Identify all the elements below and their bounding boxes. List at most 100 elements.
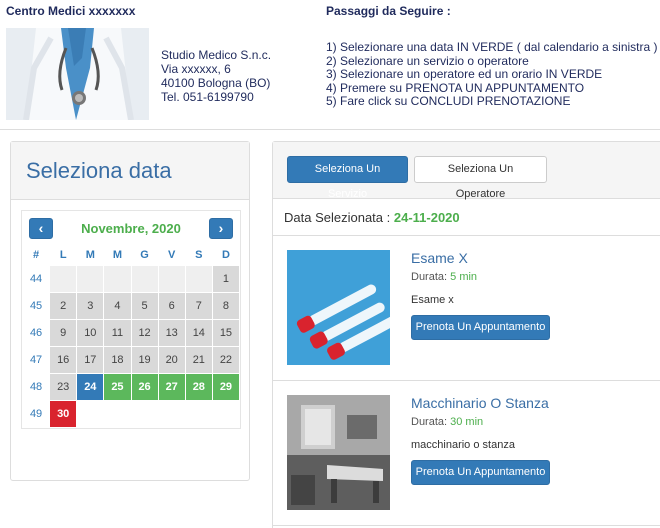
calendar-day: 22 bbox=[211, 345, 241, 374]
book-appointment-button[interactable]: Prenota Un Appuntamento bbox=[411, 315, 550, 340]
step-item: 3) Selezionare un operatore ed un orario… bbox=[326, 67, 603, 81]
calendar-empty-cell bbox=[130, 264, 159, 293]
service-title: Esame X bbox=[411, 250, 468, 266]
address-line: Via xxxxxx, 6 bbox=[161, 62, 231, 76]
address-line: 40100 Bologna (BO) bbox=[161, 76, 271, 90]
calendar-empty-cell bbox=[76, 264, 105, 293]
next-month-button[interactable]: › bbox=[209, 218, 233, 239]
weekday-header: M bbox=[112, 248, 123, 261]
select-service-button[interactable]: Seleziona Un Servizio bbox=[287, 156, 408, 200]
selected-date-label: Data Selezionata : bbox=[284, 210, 391, 225]
calendar-day: 11 bbox=[103, 318, 132, 347]
service-description: Esame x bbox=[411, 294, 454, 306]
step-item: 1) Selezionare una data IN VERDE ( dal c… bbox=[326, 40, 658, 54]
service-description: macchinario o stanza bbox=[411, 439, 515, 451]
header-divider bbox=[0, 129, 660, 130]
calendar-day: 19 bbox=[130, 345, 159, 374]
steps-list: 1) Selezionare una data IN VERDE ( dal c… bbox=[326, 40, 658, 109]
calendar-day: 21 bbox=[184, 345, 213, 374]
calendar-day[interactable]: 28 bbox=[184, 372, 213, 401]
calendar-empty-cell bbox=[103, 399, 132, 428]
service-duration: Durata: 30 min bbox=[411, 416, 483, 428]
divider bbox=[273, 235, 660, 236]
calendar: ‹ Novembre, 2020 › # L M M G V S D 44 1 45 2 3 4 5 6 7 8… bbox=[21, 210, 241, 429]
calendar-day: 23 bbox=[49, 372, 78, 401]
book-appointment-button[interactable]: Prenota Un Appuntamento bbox=[411, 460, 550, 485]
duration-label: Durata: bbox=[411, 271, 448, 283]
calendar-week-row: 49 30 bbox=[21, 399, 241, 428]
calendar-empty-cell bbox=[184, 399, 213, 428]
calendar-day: 14 bbox=[184, 318, 213, 347]
address-block: Studio Medico S.n.c. Via xxxxxx, 6 40100… bbox=[161, 48, 271, 104]
steps-title: Passaggi da Seguire : bbox=[326, 4, 451, 18]
doctor-photo bbox=[6, 28, 149, 120]
calendar-empty-cell bbox=[184, 264, 213, 293]
calendar-day: 6 bbox=[157, 291, 186, 320]
calendar-day: 16 bbox=[49, 345, 78, 374]
calendar-day: 30 bbox=[49, 399, 78, 428]
calendar-week-row: 44 1 bbox=[21, 264, 241, 293]
calendar-header: ‹ Novembre, 2020 › bbox=[22, 211, 240, 245]
calendar-day: 3 bbox=[76, 291, 105, 320]
week-number: 49 bbox=[21, 399, 51, 428]
calendar-day: 9 bbox=[49, 318, 78, 347]
step-item: 4) Premere su PRENOTA UN APPUNTAMENTO bbox=[326, 80, 585, 95]
weekday-header: L bbox=[59, 248, 67, 261]
calendar-day[interactable]: 27 bbox=[157, 372, 186, 401]
select-operator-button[interactable]: Seleziona Un Operatore bbox=[414, 156, 547, 200]
brand-name: Centro Medici xxxxxxx bbox=[6, 4, 136, 18]
medical-room-image bbox=[287, 395, 390, 510]
address-line: Studio Medico S.n.c. bbox=[161, 48, 272, 62]
weekday-header: G bbox=[140, 248, 149, 261]
calendar-day[interactable]: 24 bbox=[76, 372, 105, 401]
duration-label: Durata: bbox=[411, 416, 448, 428]
weekday-header: M bbox=[85, 248, 95, 261]
calendar-week-row: 48 23 24 25 26 27 28 29 bbox=[21, 372, 241, 401]
service-item: Macchinario O Stanza Durata: 30 min macc… bbox=[287, 395, 660, 513]
calendar-body: 44 1 45 2 3 4 5 6 7 8 46 9 10 11 12 13 14 15 47 16 17 18 19 20 2… bbox=[21, 264, 241, 428]
week-number: 48 bbox=[21, 372, 51, 401]
calendar-day: 4 bbox=[103, 291, 132, 320]
calendar-day: 1 bbox=[211, 264, 241, 293]
week-number: 47 bbox=[21, 345, 51, 374]
duration-value: 30 min bbox=[450, 416, 484, 428]
test-tubes-image bbox=[287, 250, 390, 365]
weekday-header: V bbox=[168, 248, 176, 261]
calendar-day: 18 bbox=[103, 345, 132, 374]
calendar-day[interactable]: 29 bbox=[211, 372, 241, 401]
selector-toolbar: Seleziona Un Servizio Seleziona Un Opera… bbox=[273, 142, 660, 200]
service-item: Esame X Durata: 5 min Esame x Prenota Un… bbox=[287, 250, 660, 368]
calendar-empty-cell bbox=[130, 399, 159, 428]
calendar-day: 20 bbox=[157, 345, 186, 374]
calendar-day[interactable]: 26 bbox=[130, 372, 159, 401]
calendar-grid: # L M M G V S D 44 1 45 2 3 4 5 6 7 8 46 9 10 11 12 13 14 15 47 16… bbox=[21, 245, 241, 428]
calendar-day: 13 bbox=[157, 318, 186, 347]
week-number: 44 bbox=[21, 264, 51, 293]
divider bbox=[273, 380, 660, 381]
date-panel-header: Seleziona data bbox=[11, 142, 249, 200]
service-panel: Seleziona Un Servizio Seleziona Un Opera… bbox=[272, 141, 660, 528]
date-panel-title: Seleziona data bbox=[26, 158, 172, 183]
calendar-empty-cell bbox=[76, 399, 105, 428]
chevron-right-icon: › bbox=[218, 220, 224, 236]
selected-date: Data Selezionata : 24-11-2020 bbox=[284, 210, 460, 225]
week-number: 46 bbox=[21, 318, 51, 347]
calendar-empty-cell bbox=[49, 264, 78, 293]
calendar-day: 15 bbox=[211, 318, 241, 347]
weekday-header-row: # L M M G V S D bbox=[23, 245, 240, 265]
calendar-empty-cell bbox=[157, 399, 186, 428]
duration-value: 5 min bbox=[450, 271, 478, 283]
calendar-empty-cell bbox=[157, 264, 186, 293]
week-number-header: # bbox=[33, 248, 40, 261]
step-item: 2) Selezionare un servizio o operatore bbox=[326, 53, 529, 68]
calendar-month-label: Novembre, 2020 bbox=[81, 221, 181, 236]
calendar-day[interactable]: 25 bbox=[103, 372, 132, 401]
calendar-week-row: 46 9 10 11 12 13 14 15 bbox=[21, 318, 241, 347]
service-title: Macchinario O Stanza bbox=[411, 395, 549, 411]
calendar-day: 12 bbox=[130, 318, 159, 347]
calendar-day: 17 bbox=[76, 345, 105, 374]
date-panel: Seleziona data ‹ Novembre, 2020 › # L M M G V… bbox=[10, 141, 250, 481]
selected-date-value: 24-11-2020 bbox=[393, 210, 460, 225]
weekday-header: S bbox=[195, 248, 203, 261]
calendar-day: 7 bbox=[184, 291, 213, 320]
